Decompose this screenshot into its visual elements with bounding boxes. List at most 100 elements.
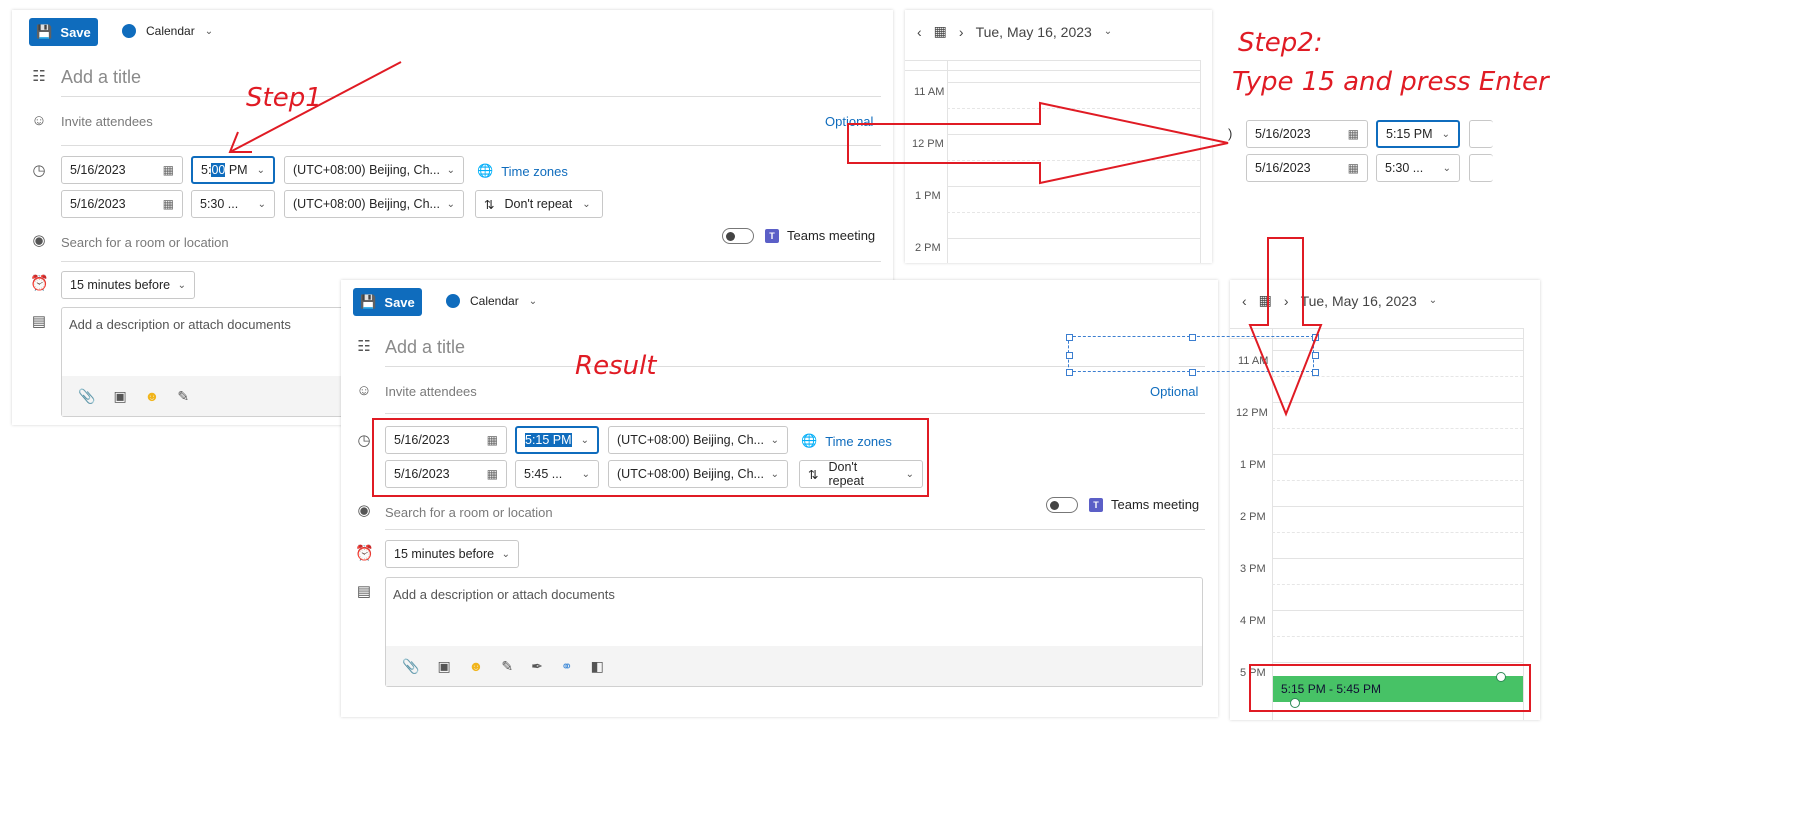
- step1-annotation: Step1: [246, 83, 322, 113]
- hour-label: 2 PM: [1240, 511, 1266, 523]
- template-icon[interactable]: ◧: [591, 658, 604, 675]
- start-date-field[interactable]: 5/16/2023 ▦: [61, 156, 183, 184]
- divider: [61, 145, 881, 146]
- chevron-down-icon: ⌄: [1441, 128, 1450, 140]
- divider: [385, 413, 1205, 414]
- date-picker-icon: ▦: [1347, 161, 1359, 175]
- repeat-select[interactable]: ⇅ Don't repeat ⌄: [475, 190, 603, 218]
- description-icon: ▤: [31, 313, 47, 330]
- hour-label: 11 AM: [914, 86, 945, 98]
- reminder-select[interactable]: 15 minutes before ⌄: [385, 540, 519, 568]
- format-icon[interactable]: ✎: [501, 658, 513, 675]
- next-arrow-icon[interactable]: ›: [1284, 293, 1289, 309]
- result-annotation: Result: [575, 351, 657, 381]
- divider: [61, 261, 881, 262]
- teams-icon: T: [1089, 497, 1103, 512]
- prev-arrow-icon[interactable]: ‹: [917, 24, 922, 40]
- hour-label: 3 PM: [1240, 563, 1266, 575]
- step2-crop: ) 5/16/2023 ▦ 5:15 PM ⌄ 5/16/2023 ▦ 5:30 ..…: [1220, 108, 1500, 188]
- step2-start-date-field[interactable]: 5/16/2023 ▦: [1246, 120, 1368, 148]
- teams-toggle[interactable]: [722, 228, 754, 244]
- location-icon: ◉: [32, 232, 46, 249]
- divider: [385, 529, 1205, 530]
- date-picker-icon: ▦: [1347, 127, 1359, 141]
- calendar-selector[interactable]: Calendar ⌄: [446, 294, 537, 308]
- end-time-field[interactable]: 5:30 ... ⌄: [191, 190, 275, 218]
- teams-toggle[interactable]: [1046, 497, 1078, 513]
- date-picker-icon: ▦: [162, 163, 174, 177]
- date-picker-icon: ▦: [162, 197, 174, 211]
- title-input[interactable]: Add a title: [385, 337, 465, 358]
- location-input[interactable]: Search for a room or location: [61, 235, 229, 250]
- chevron-down-icon: ⌄: [446, 198, 455, 210]
- clock-icon: ◷: [357, 432, 371, 449]
- hour-label: 1 PM: [915, 190, 941, 202]
- hour-label: 1 PM: [1240, 459, 1266, 471]
- chevron-down-icon: ⌄: [582, 198, 591, 210]
- attendees-input[interactable]: Invite attendees: [61, 114, 153, 129]
- step2-annotation-title: Step2:: [1238, 28, 1323, 58]
- reminder-select[interactable]: 15 minutes before ⌄: [61, 271, 195, 299]
- save-icon: 💾: [360, 294, 377, 309]
- top-calendar-panel: ‹ ▦ › Tue, May 16, 2023 ⌄ 11 AM 12 PM 1 …: [905, 10, 1212, 263]
- hour-label: 12 PM: [1236, 407, 1268, 419]
- next-arrow-icon[interactable]: ›: [959, 24, 964, 40]
- prev-arrow-icon[interactable]: ‹: [1242, 293, 1247, 309]
- today-icon[interactable]: ▦: [934, 23, 947, 40]
- calendar-header: ‹ ▦ › Tue, May 16, 2023 ⌄: [1242, 292, 1438, 309]
- hour-label: 4 PM: [1240, 615, 1266, 627]
- chevron-down-icon[interactable]: ⌄: [1104, 26, 1112, 37]
- location-input[interactable]: Search for a room or location: [385, 505, 553, 520]
- optional-link[interactable]: Optional: [1150, 384, 1198, 399]
- chevron-down-icon: ⌄: [257, 198, 266, 210]
- repeat-icon: ⇅: [484, 197, 495, 212]
- teams-meeting: T Teams meeting: [1089, 497, 1199, 512]
- description-box[interactable]: Add a description or attach documents 📎 …: [385, 577, 1203, 687]
- attendees-icon: ☺: [31, 112, 47, 129]
- step2-end-time-field[interactable]: 5:30 ... ⌄: [1376, 154, 1460, 182]
- chevron-down-icon[interactable]: ⌄: [1429, 295, 1437, 306]
- calendar-dot-icon: [122, 24, 136, 38]
- timezone-select[interactable]: (UTC+08:00) Beijing, Ch... ⌄: [284, 156, 464, 184]
- emoji-icon[interactable]: ☻: [145, 388, 160, 404]
- signature-icon[interactable]: ✒: [531, 658, 543, 675]
- emoji-icon[interactable]: ☻: [469, 658, 484, 674]
- loop-icon[interactable]: ⚭: [561, 658, 573, 675]
- today-icon[interactable]: ▦: [1259, 292, 1272, 309]
- attach-icon[interactable]: 📎: [402, 658, 419, 675]
- hour-label: 12 PM: [912, 138, 944, 150]
- result-time-highlight: [372, 418, 929, 497]
- globe-icon: 🌐: [477, 163, 494, 178]
- teams-icon: T: [765, 228, 779, 243]
- format-icon[interactable]: ✎: [177, 388, 189, 405]
- image-icon[interactable]: ▣: [437, 658, 450, 675]
- calendar-selector[interactable]: Calendar ⌄: [122, 24, 213, 38]
- time-zones-link[interactable]: 🌐 Time zones: [477, 163, 568, 179]
- attendees-icon: ☺: [356, 382, 372, 399]
- hour-label: 2 PM: [915, 242, 941, 254]
- calendar-header: ‹ ▦ › Tue, May 16, 2023 ⌄: [917, 23, 1113, 40]
- save-button[interactable]: 💾 Save: [353, 288, 422, 316]
- end-date-field[interactable]: 5/16/2023 ▦: [61, 190, 183, 218]
- end-timezone-select[interactable]: (UTC+08:00) Beijing, Ch... ⌄: [284, 190, 464, 218]
- step2-start-time-field[interactable]: 5:15 PM ⌄: [1376, 120, 1460, 148]
- step2-annotation-text: Type 15 and press Enter: [1232, 67, 1549, 97]
- divider: [61, 96, 881, 97]
- attach-icon[interactable]: 📎: [78, 388, 95, 405]
- image-icon[interactable]: ▣: [113, 388, 126, 405]
- calendar-dot-icon: [446, 294, 460, 308]
- step2-end-date-field[interactable]: 5/16/2023 ▦: [1246, 154, 1368, 182]
- chevron-down-icon: ⌄: [204, 25, 214, 37]
- alarm-icon: ⏰: [30, 275, 49, 292]
- title-input[interactable]: Add a title: [61, 67, 141, 88]
- save-button[interactable]: 💾 Save: [29, 18, 98, 46]
- description-toolbar: 📎 ▣ ☻ ✎ ✒ ⚭ ◧: [386, 646, 1202, 686]
- start-time-field[interactable]: 5:00 PM ⌄: [191, 156, 275, 184]
- attendees-input[interactable]: Invite attendees: [385, 384, 477, 399]
- save-icon: 💾: [36, 24, 53, 39]
- chevron-down-icon: ⌄: [256, 164, 265, 176]
- result-event-highlight: [1249, 664, 1531, 712]
- description-icon: ▤: [356, 583, 372, 600]
- optional-link[interactable]: Optional: [825, 114, 873, 129]
- clock-icon: ◷: [32, 162, 46, 179]
